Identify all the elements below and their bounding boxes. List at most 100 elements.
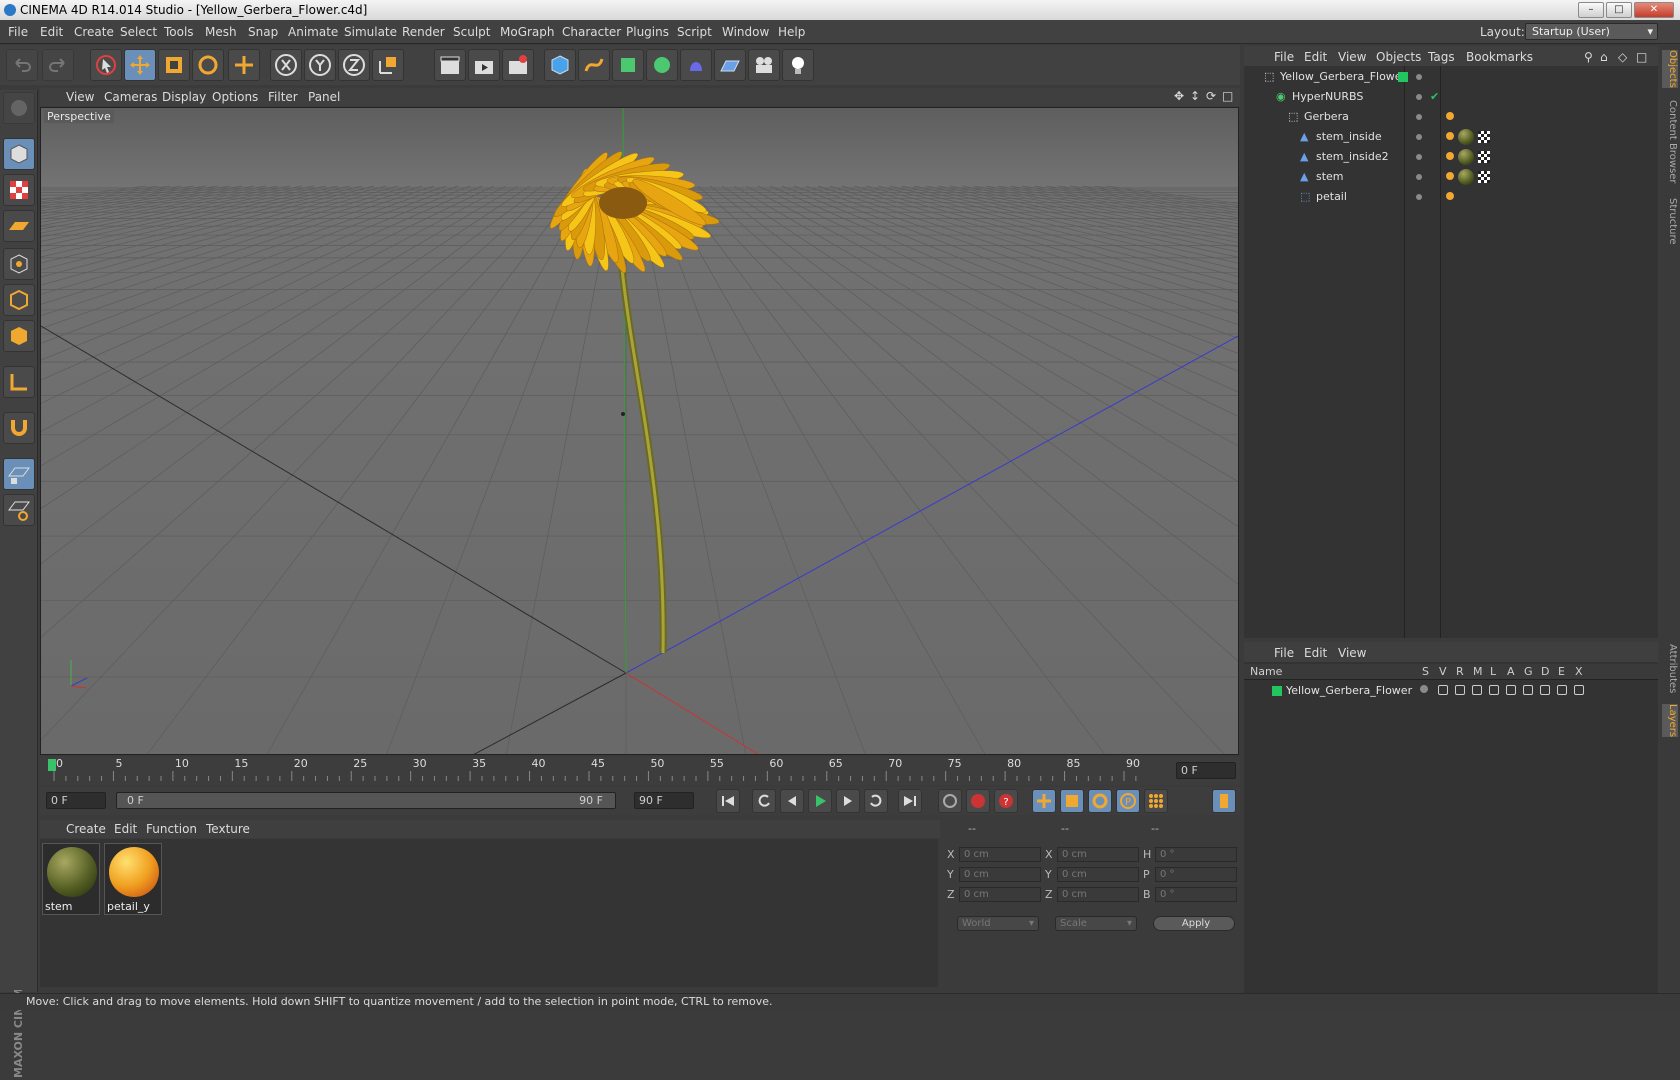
redo-button[interactable] xyxy=(42,49,74,81)
rotation-h-field[interactable]: 0 ° xyxy=(1155,847,1237,862)
material-tag-icon[interactable] xyxy=(1458,149,1474,165)
layer-solo-dot[interactable] xyxy=(1420,685,1428,693)
material-petail-y[interactable]: petail_y xyxy=(104,843,162,915)
key-position-button[interactable] xyxy=(1032,789,1056,813)
object-row[interactable]: ⬚ petail xyxy=(1250,188,1650,206)
y-axis-button[interactable] xyxy=(304,49,336,81)
obj-menu-file[interactable]: File xyxy=(1274,50,1294,64)
visibility-dot[interactable] xyxy=(1416,134,1422,140)
back-icon[interactable]: ◇ xyxy=(1618,50,1627,64)
visibility-dot[interactable] xyxy=(1416,194,1422,200)
uvw-tag-icon[interactable] xyxy=(1478,131,1490,143)
layer-color-swatch[interactable] xyxy=(1272,686,1282,696)
size-z-field[interactable]: 0 cm xyxy=(1057,887,1139,902)
x-axis-button[interactable] xyxy=(270,49,302,81)
mat-menu-texture[interactable]: Texture xyxy=(206,822,250,836)
start-frame-field[interactable]: 0 F xyxy=(46,792,106,809)
make-editable-button[interactable] xyxy=(3,92,35,124)
z-axis-button[interactable] xyxy=(338,49,370,81)
planar-workplane-button[interactable] xyxy=(3,494,35,526)
obj-menu-objects[interactable]: Objects xyxy=(1376,50,1421,64)
workplane-mode-button[interactable] xyxy=(3,210,35,242)
expression-icon[interactable] xyxy=(1557,685,1567,695)
object-row[interactable]: ◉ HyperNURBS ✔ xyxy=(1250,88,1650,106)
uvw-tag-icon[interactable] xyxy=(1478,151,1490,163)
tab-objects[interactable]: Objects xyxy=(1662,50,1678,88)
manager-icon[interactable] xyxy=(1472,685,1482,695)
render-picture-viewer-button[interactable] xyxy=(468,49,500,81)
size-mode-select[interactable]: Scale ▾ xyxy=(1055,916,1137,931)
uvw-tag-icon[interactable] xyxy=(1478,171,1490,183)
menu-character[interactable]: Character xyxy=(562,25,621,39)
menu-plugins[interactable]: Plugins xyxy=(626,25,669,39)
add-spline-button[interactable] xyxy=(578,49,610,81)
add-environment-button[interactable] xyxy=(714,49,746,81)
previous-key-button[interactable] xyxy=(752,789,776,813)
visibility-dot[interactable] xyxy=(1416,94,1422,100)
vp-menu-cameras[interactable]: Cameras xyxy=(104,90,157,104)
key-scale-button[interactable] xyxy=(1060,789,1084,813)
rotate-view-icon[interactable]: ⟳ xyxy=(1206,89,1216,103)
render-icon[interactable] xyxy=(1455,685,1465,695)
keyframe-help-button[interactable]: ? xyxy=(994,789,1018,813)
texture-mode-button[interactable] xyxy=(3,174,35,206)
recent-tool-button[interactable] xyxy=(228,49,260,81)
material-tag-icon[interactable] xyxy=(1458,129,1474,145)
render-view-button[interactable] xyxy=(434,49,466,81)
add-mograph-button[interactable] xyxy=(646,49,678,81)
material-stem[interactable]: stem xyxy=(42,843,100,915)
object-name[interactable]: Yellow_Gerbera_Flower xyxy=(1280,68,1406,86)
dolly-view-icon[interactable]: ↕ xyxy=(1190,89,1200,103)
position-y-field[interactable]: 0 cm xyxy=(959,867,1041,882)
add-deformer-button[interactable] xyxy=(680,49,712,81)
add-nurbs-button[interactable] xyxy=(612,49,644,81)
x-ref-icon[interactable] xyxy=(1574,685,1584,695)
obj-menu-bookmarks[interactable]: Bookmarks xyxy=(1466,50,1533,64)
mat-menu-create[interactable]: Create xyxy=(66,822,106,836)
layer-column-d[interactable]: D xyxy=(1541,665,1549,678)
layer-column-name[interactable]: Name xyxy=(1250,665,1282,678)
key-rotation-button[interactable] xyxy=(1088,789,1112,813)
layout-select[interactable]: Startup (User) ▾ xyxy=(1525,23,1658,40)
add-cube-button[interactable] xyxy=(544,49,576,81)
maximize-view-icon[interactable]: □ xyxy=(1222,89,1233,103)
obj-menu-tags[interactable]: Tags xyxy=(1428,50,1455,64)
previous-frame-button[interactable] xyxy=(780,789,804,813)
object-name[interactable]: stem xyxy=(1316,168,1344,186)
position-x-field[interactable]: 0 cm xyxy=(959,847,1041,862)
menu-animate[interactable]: Animate xyxy=(288,25,338,39)
menu-snap[interactable]: Snap xyxy=(248,25,278,39)
pan-view-icon[interactable]: ✥ xyxy=(1174,89,1184,103)
layer-column-g[interactable]: G xyxy=(1524,665,1533,678)
go-to-start-button[interactable] xyxy=(716,789,740,813)
visibility-dot[interactable] xyxy=(1416,74,1422,80)
object-name[interactable]: Gerbera xyxy=(1304,108,1349,126)
obj-menu-edit[interactable]: Edit xyxy=(1304,50,1327,64)
menu-help[interactable]: Help xyxy=(778,25,805,39)
vp-menu-view[interactable]: View xyxy=(66,90,94,104)
rotation-b-field[interactable]: 0 ° xyxy=(1155,887,1237,902)
add-camera-button[interactable] xyxy=(748,49,780,81)
end-frame-field[interactable]: 90 F xyxy=(634,792,694,809)
layer-column-x[interactable]: X xyxy=(1575,665,1583,678)
tab-layers[interactable]: Layers xyxy=(1662,704,1678,738)
menu-simulate[interactable]: Simulate xyxy=(344,25,397,39)
tab-content-browser[interactable]: Content Browser xyxy=(1662,100,1678,183)
object-name[interactable]: petail xyxy=(1316,188,1347,206)
phong-tag-icon[interactable] xyxy=(1446,112,1454,120)
scale-tool-button[interactable] xyxy=(158,49,190,81)
layer-column-e[interactable]: E xyxy=(1558,665,1565,678)
layer-menu-view[interactable]: View xyxy=(1338,646,1366,660)
vp-menu-options[interactable]: Options xyxy=(212,90,258,104)
deformer-icon[interactable] xyxy=(1540,685,1550,695)
object-name[interactable]: HyperNURBS xyxy=(1292,88,1363,106)
visibility-dot[interactable] xyxy=(1416,154,1422,160)
menu-mesh[interactable]: Mesh xyxy=(205,25,237,39)
object-row[interactable]: ▲ stem_inside2 xyxy=(1250,148,1650,166)
lock-icon[interactable] xyxy=(1489,685,1499,695)
menu-render[interactable]: Render xyxy=(402,25,445,39)
playhead[interactable] xyxy=(48,759,56,771)
next-frame-button[interactable] xyxy=(836,789,860,813)
live-selection-button[interactable] xyxy=(90,49,122,81)
coordinate-mode-select[interactable]: World ▾ xyxy=(957,916,1039,931)
